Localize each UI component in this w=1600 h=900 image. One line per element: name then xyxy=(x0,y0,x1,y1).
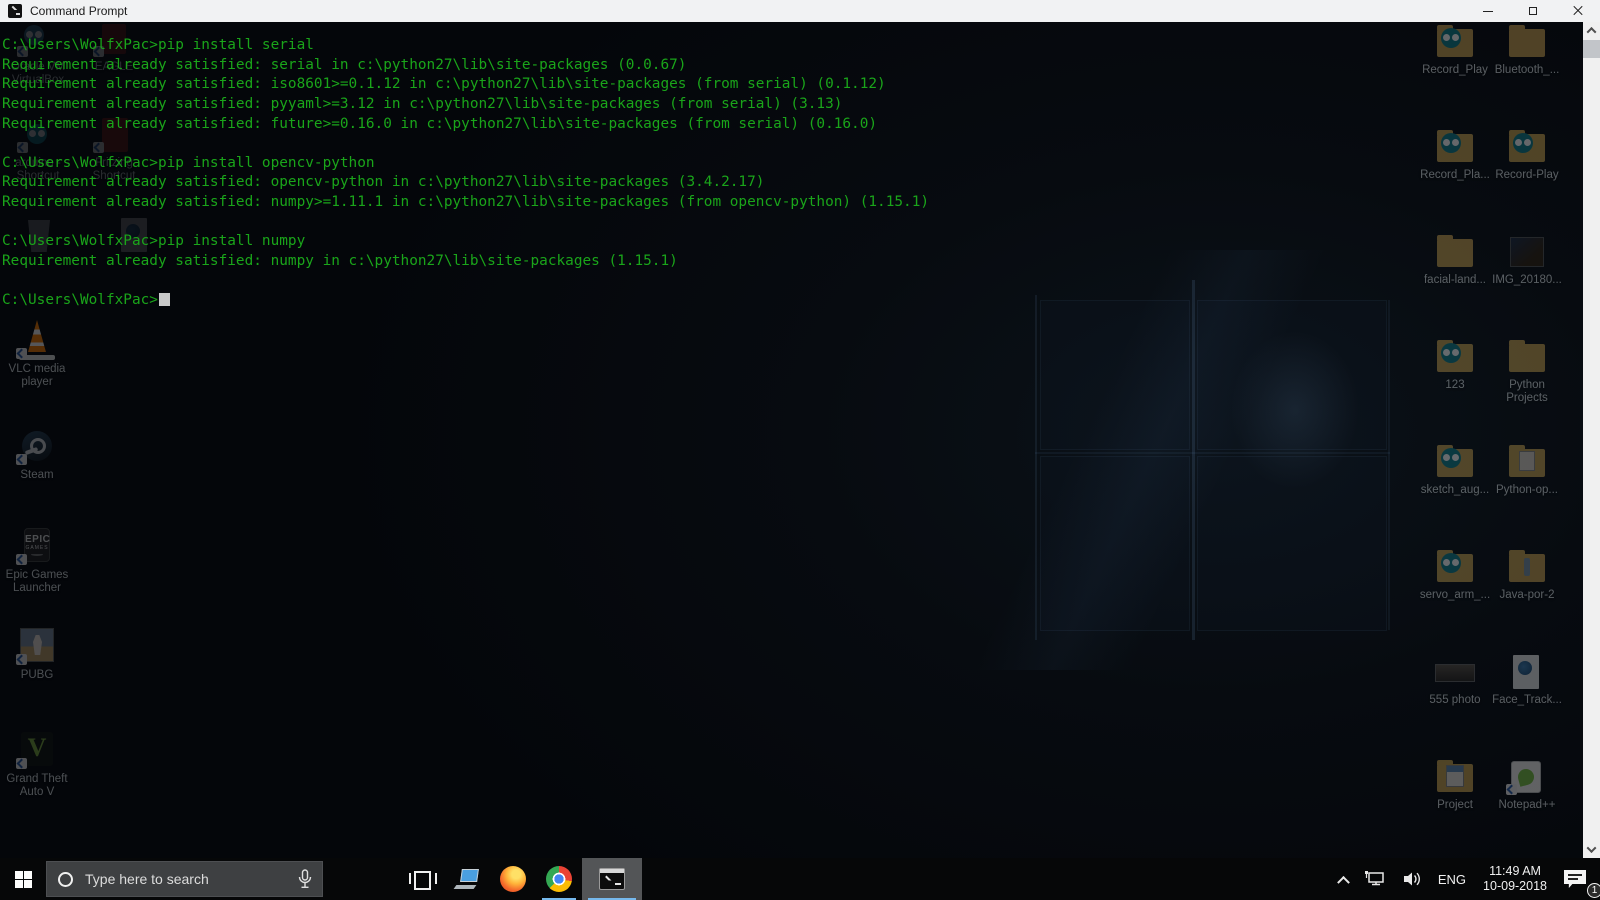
scrollbar[interactable] xyxy=(1583,22,1600,858)
terminal-line: C:\Users\WolfxPac>pip install opencv-pyt… xyxy=(2,154,1572,174)
taskbar-app-pc[interactable] xyxy=(444,858,490,900)
clock[interactable]: 11:49 AM 10-09-2018 xyxy=(1477,858,1553,900)
terminal-line: Requirement already satisfied: numpy>=1.… xyxy=(2,193,1572,213)
terminal-line: Requirement already satisfied: pyyaml>=3… xyxy=(2,95,1572,115)
chevron-up-icon xyxy=(1587,27,1597,37)
taskbar: Type here to search xyxy=(0,858,1600,900)
language-indicator[interactable]: ENG xyxy=(1433,858,1471,900)
terminal-line: C:\Users\WolfxPac>pip install numpy xyxy=(2,232,1572,252)
search-placeholder: Type here to search xyxy=(85,871,298,887)
restore-button[interactable] xyxy=(1510,0,1555,22)
terminal-prompt: C:\Users\WolfxPac> xyxy=(2,292,158,308)
terminal-prompt-line[interactable]: C:\Users\WolfxPac> xyxy=(2,291,1572,311)
task-view-icon xyxy=(410,871,432,887)
restore-icon xyxy=(1529,7,1537,15)
microphone-icon[interactable] xyxy=(298,869,312,889)
taskbar-app-chrome[interactable] xyxy=(536,858,582,900)
tray-date: 10-09-2018 xyxy=(1483,879,1547,893)
close-icon xyxy=(1573,6,1583,16)
window-titlebar[interactable]: Command Prompt xyxy=(0,0,1600,22)
desktop-screen: Oracle VM VirtualBox EAGLE arduino - Sho… xyxy=(0,0,1600,900)
laptop-icon xyxy=(454,869,480,889)
chevron-down-icon xyxy=(1587,843,1597,853)
action-center-button[interactable]: 1 xyxy=(1559,858,1596,900)
terminal-line xyxy=(2,272,1572,292)
firefox-icon xyxy=(500,866,526,892)
terminal-cursor xyxy=(159,293,170,306)
command-prompt-icon xyxy=(8,4,22,18)
window-title: Command Prompt xyxy=(30,4,127,18)
network-icon xyxy=(1364,870,1386,888)
scroll-down-button[interactable] xyxy=(1583,841,1600,858)
speaker-icon xyxy=(1402,870,1422,888)
terminal-line: Requirement already satisfied: iso8601>=… xyxy=(2,75,1572,95)
command-prompt-window: Command Prompt C:\Users\WolfxPac>pip ins… xyxy=(0,0,1600,858)
taskbar-spacer xyxy=(323,858,398,900)
system-tray: ENG 11:49 AM 10-09-2018 1 xyxy=(1334,858,1600,900)
terminal-line xyxy=(2,213,1572,233)
terminal-line: C:\Users\WolfxPac>pip install serial xyxy=(2,36,1572,56)
cortana-icon xyxy=(58,872,73,887)
minimize-button[interactable] xyxy=(1465,0,1510,22)
tray-time: 11:49 AM xyxy=(1489,864,1541,878)
minimize-icon xyxy=(1483,11,1493,12)
notification-icon xyxy=(1564,870,1586,888)
terminal-line xyxy=(2,134,1572,154)
start-button[interactable] xyxy=(0,858,46,900)
scroll-up-button[interactable] xyxy=(1583,22,1600,39)
chrome-icon xyxy=(546,866,572,892)
terminal-line: Requirement already satisfied: future>=0… xyxy=(2,115,1572,135)
terminal-line: Requirement already satisfied: opencv-py… xyxy=(2,173,1572,193)
taskbar-app-firefox[interactable] xyxy=(490,858,536,900)
task-view-button[interactable] xyxy=(398,858,444,900)
windows-logo-icon xyxy=(15,871,32,888)
chevron-up-icon xyxy=(1337,875,1350,888)
terminal-output: C:\Users\WolfxPac>pip install serial Req… xyxy=(2,36,1572,311)
taskbar-app-command-prompt[interactable] xyxy=(582,858,642,900)
scrollbar-thumb[interactable] xyxy=(1583,40,1600,58)
hidden-icons-button[interactable] xyxy=(1334,858,1353,900)
notification-badge: 1 xyxy=(1587,883,1600,898)
command-prompt-icon xyxy=(599,868,625,890)
close-button[interactable] xyxy=(1555,0,1600,22)
network-status[interactable] xyxy=(1359,858,1391,900)
terminal-line: Requirement already satisfied: numpy in … xyxy=(2,252,1572,272)
volume-status[interactable] xyxy=(1397,858,1427,900)
terminal-line: Requirement already satisfied: serial in… xyxy=(2,56,1572,76)
taskbar-search[interactable]: Type here to search xyxy=(46,861,323,897)
